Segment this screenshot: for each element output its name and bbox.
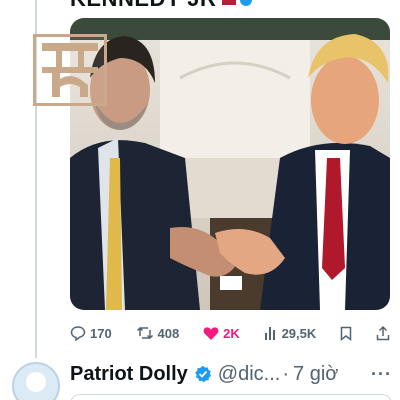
watermark-logo-icon (42, 43, 98, 97)
views-icon (264, 327, 275, 340)
author-name-partial: KENNEDY JR (70, 0, 253, 12)
tweet-media-image[interactable] (70, 18, 390, 310)
view-count: 29,5K (281, 325, 317, 341)
tweet-timestamp[interactable]: 7 giờ (293, 363, 338, 386)
reply-button[interactable]: 170 (70, 325, 112, 341)
reply-icon (70, 326, 86, 341)
retweet-count: 408 (157, 325, 180, 341)
views-button[interactable]: 29,5K (264, 325, 317, 341)
tweet-action-bar: 170 408 2K 29,5K (70, 322, 390, 344)
separator-dot: · (282, 362, 290, 385)
more-options-button[interactable]: ··· (371, 364, 392, 385)
quoted-content-frame (70, 394, 392, 400)
share-icon (376, 325, 390, 340)
reply-count: 170 (90, 325, 112, 341)
bookmark-button[interactable] (340, 326, 352, 341)
verified-badge-icon (194, 365, 212, 383)
watermark-logo (33, 34, 107, 106)
avatar[interactable] (12, 362, 60, 400)
like-count: 2K (223, 325, 240, 341)
display-name[interactable]: Patriot Dolly (70, 363, 188, 386)
retweet-button[interactable]: 408 (136, 325, 180, 341)
author-name-text: KENNEDY JR (70, 0, 216, 11)
next-tweet-header: Patriot Dolly @dic... · 7 giờ ··· (70, 362, 392, 386)
avatar-placeholder-icon (26, 372, 46, 392)
like-button[interactable]: 2K (203, 326, 240, 341)
share-button[interactable] (376, 325, 390, 341)
photo-illustration (70, 18, 390, 310)
verified-badge-icon (240, 0, 253, 7)
bookmark-icon (340, 326, 352, 341)
heart-icon (203, 326, 219, 340)
retweet-icon (136, 326, 153, 340)
flag-icon (222, 0, 237, 6)
user-handle[interactable]: @dic... (218, 363, 281, 386)
